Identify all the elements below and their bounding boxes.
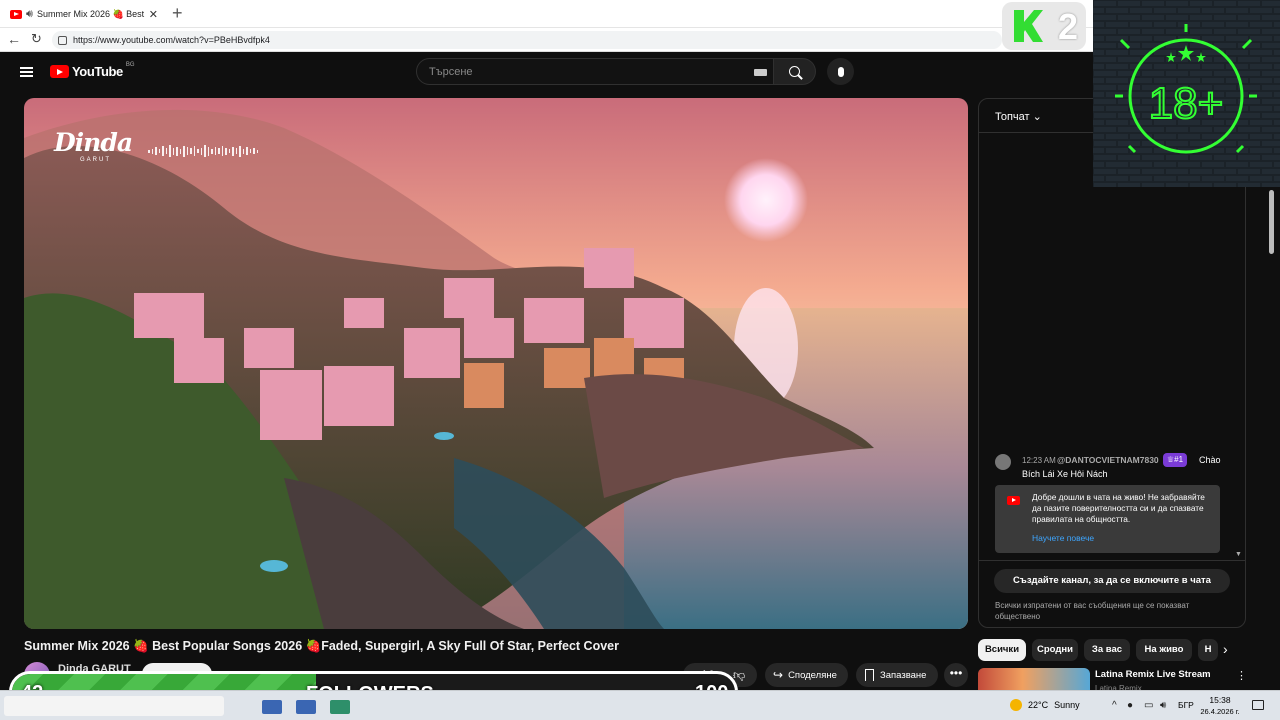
temperature: 22°C <box>1028 700 1049 710</box>
more-vertical-icon[interactable]: ⋮ <box>1236 669 1247 682</box>
chat-author-name[interactable]: @DANTOCVIETNAM7830 <box>1057 455 1159 465</box>
bookmark-icon <box>865 669 874 681</box>
search-placeholder: Търсене <box>429 66 473 78</box>
save-button[interactable]: Запазване <box>856 663 938 687</box>
chip-live[interactable]: На живо <box>1136 639 1192 661</box>
browser-tab[interactable]: 🔊︎ Summer Mix 2026 🍓 Best Po ✕ <box>4 2 164 26</box>
volume-icon[interactable]: 🔊︎ <box>1160 700 1166 711</box>
share-button[interactable]: ↪ Споделяне <box>765 663 848 687</box>
back-arrow-icon[interactable]: ← <box>7 31 21 47</box>
save-label: Запазване <box>880 669 927 681</box>
address-bar-row: ← ↻ https://www.youtube.com/watch?v=PBeH… <box>0 28 1280 52</box>
screen: 🔊︎ Summer Mix 2026 🍓 Best Po ✕ + ← ↻ htt… <box>0 0 1280 720</box>
taskbar: 22°C Sunny ^ ● ▭ 🔊︎ БГР 15:38 26.4.2026 … <box>0 690 1280 720</box>
chip-more[interactable]: Н <box>1198 639 1218 661</box>
chat-welcome-banner: Добре дошли в чата на живо! Не забравяйт… <box>995 485 1220 553</box>
clock-time: 15:38 <box>1209 695 1231 705</box>
keyboard-icon[interactable] <box>754 69 767 76</box>
chat-rank-badge: ♕#1 <box>1163 453 1188 467</box>
voice-search-button[interactable] <box>827 58 854 85</box>
country-code: BG <box>125 61 135 68</box>
filter-chips: Всички Сродни За вас На живо Н › <box>978 639 1248 661</box>
chip-related[interactable]: Сродни <box>1032 639 1078 661</box>
chat-author-avatar[interactable] <box>995 454 1011 470</box>
youtube-logo[interactable]: YouTube BG <box>50 61 135 79</box>
youtube-play-icon <box>50 65 69 78</box>
logo-text: YouTube <box>72 64 123 79</box>
taskbar-app-icon[interactable] <box>262 700 282 714</box>
chip-all[interactable]: Всички <box>978 639 1026 661</box>
k-letter-icon <box>1014 10 1043 42</box>
clock-date: 26.4.2026 г. <box>1200 707 1240 716</box>
site-info-icon[interactable] <box>58 35 67 45</box>
youtube-icon <box>1007 496 1020 505</box>
url-field[interactable]: https://www.youtube.com/watch?v=PBeHBvdf… <box>52 31 1002 49</box>
search-button[interactable] <box>774 58 816 85</box>
channel-watermark: Dinda GARUT <box>54 128 133 163</box>
video-frame-scene <box>24 98 968 629</box>
page-scrollbar[interactable] <box>1268 190 1276 690</box>
search-icon <box>789 66 800 77</box>
taskbar-search[interactable] <box>4 696 224 716</box>
chat-footer: Създайте канал, за да се включите в чата… <box>979 560 1245 627</box>
age-rating-sign: 18+ <box>1093 0 1280 187</box>
watermark-name: Dinda <box>54 128 133 157</box>
system-clock[interactable]: 15:38 26.4.2026 г. <box>1200 695 1240 716</box>
learn-more-link[interactable]: Научете повече <box>1032 533 1094 543</box>
tab-title: Summer Mix 2026 🍓 Best Po <box>36 8 145 19</box>
audio-wave-icon <box>148 145 258 157</box>
chip-for-you[interactable]: За вас <box>1084 639 1130 661</box>
weather-widget[interactable]: 22°C Sunny <box>1010 699 1080 711</box>
recommended-title[interactable]: Latina Remix Live Stream <box>1095 669 1211 680</box>
youtube-header: YouTube BG Търсене <box>2 53 1092 93</box>
chat-message-time: 12:23 AM <box>1022 456 1056 465</box>
k2-logo: 2 <box>1002 2 1086 50</box>
search-input[interactable]: Търсене <box>416 58 774 85</box>
chat-scroll-down-icon[interactable]: ▼ <box>1235 551 1242 558</box>
microphone-icon <box>837 66 844 77</box>
speaker-icon[interactable]: 🔊︎ <box>26 8 33 21</box>
chevron-right-icon[interactable]: › <box>1223 641 1228 657</box>
url-text: https://www.youtube.com/watch?v=PBeHBvdf… <box>73 35 270 45</box>
watermark-sub: GARUT <box>80 157 111 163</box>
notification-icon[interactable] <box>1252 700 1264 710</box>
browser-tab-bar: 🔊︎ Summer Mix 2026 🍓 Best Po ✕ + <box>0 0 1280 28</box>
share-label: Споделяне <box>788 669 837 681</box>
welcome-text: Добре дошли в чата на живо! Не забравяйт… <box>1032 492 1205 524</box>
chat-public-note: Всички изпратени от вас съобщения ще се … <box>995 601 1190 621</box>
share-icon: ↪ <box>773 668 784 682</box>
weather-condition: Sunny <box>1054 700 1080 710</box>
youtube-favicon-icon <box>10 9 22 19</box>
taskbar-app-icon[interactable] <box>330 700 350 714</box>
age-rating-label: 18+ <box>1149 79 1224 128</box>
video-player[interactable]: Dinda GARUT <box>24 98 968 629</box>
neon-sign-icon: 18+ <box>1093 0 1280 187</box>
chat-mode-label: Топчат <box>995 111 1030 123</box>
create-channel-button[interactable]: Създайте канал, за да се включите в чата <box>994 569 1230 593</box>
chat-message-text-1: Chào <box>1199 455 1221 465</box>
more-actions-button[interactable]: ••• <box>944 663 968 687</box>
sun-icon <box>1010 699 1022 711</box>
network-icon[interactable]: ▭ <box>1144 700 1153 711</box>
new-tab-button[interactable]: + <box>172 3 183 23</box>
video-title: Summer Mix 2026 🍓 Best Popular Songs 202… <box>24 639 619 653</box>
k2-number: 2 <box>1058 6 1079 47</box>
chevron-up-icon[interactable]: ^ <box>1112 700 1117 711</box>
taskbar-app-icon[interactable] <box>296 700 316 714</box>
chat-message-text-2: Bích Lái Xe Hôi Nách <box>1022 469 1108 479</box>
input-language[interactable]: БГР <box>1178 700 1194 710</box>
menu-icon[interactable] <box>20 67 33 77</box>
microphone-tray-icon[interactable]: ● <box>1127 700 1133 711</box>
scrollbar-thumb[interactable] <box>1269 190 1274 254</box>
close-tab-icon[interactable]: ✕ <box>149 8 158 21</box>
reload-icon[interactable]: ↻ <box>31 31 42 47</box>
chat-mode-dropdown[interactable]: Топчат ⌄ <box>995 110 1042 123</box>
